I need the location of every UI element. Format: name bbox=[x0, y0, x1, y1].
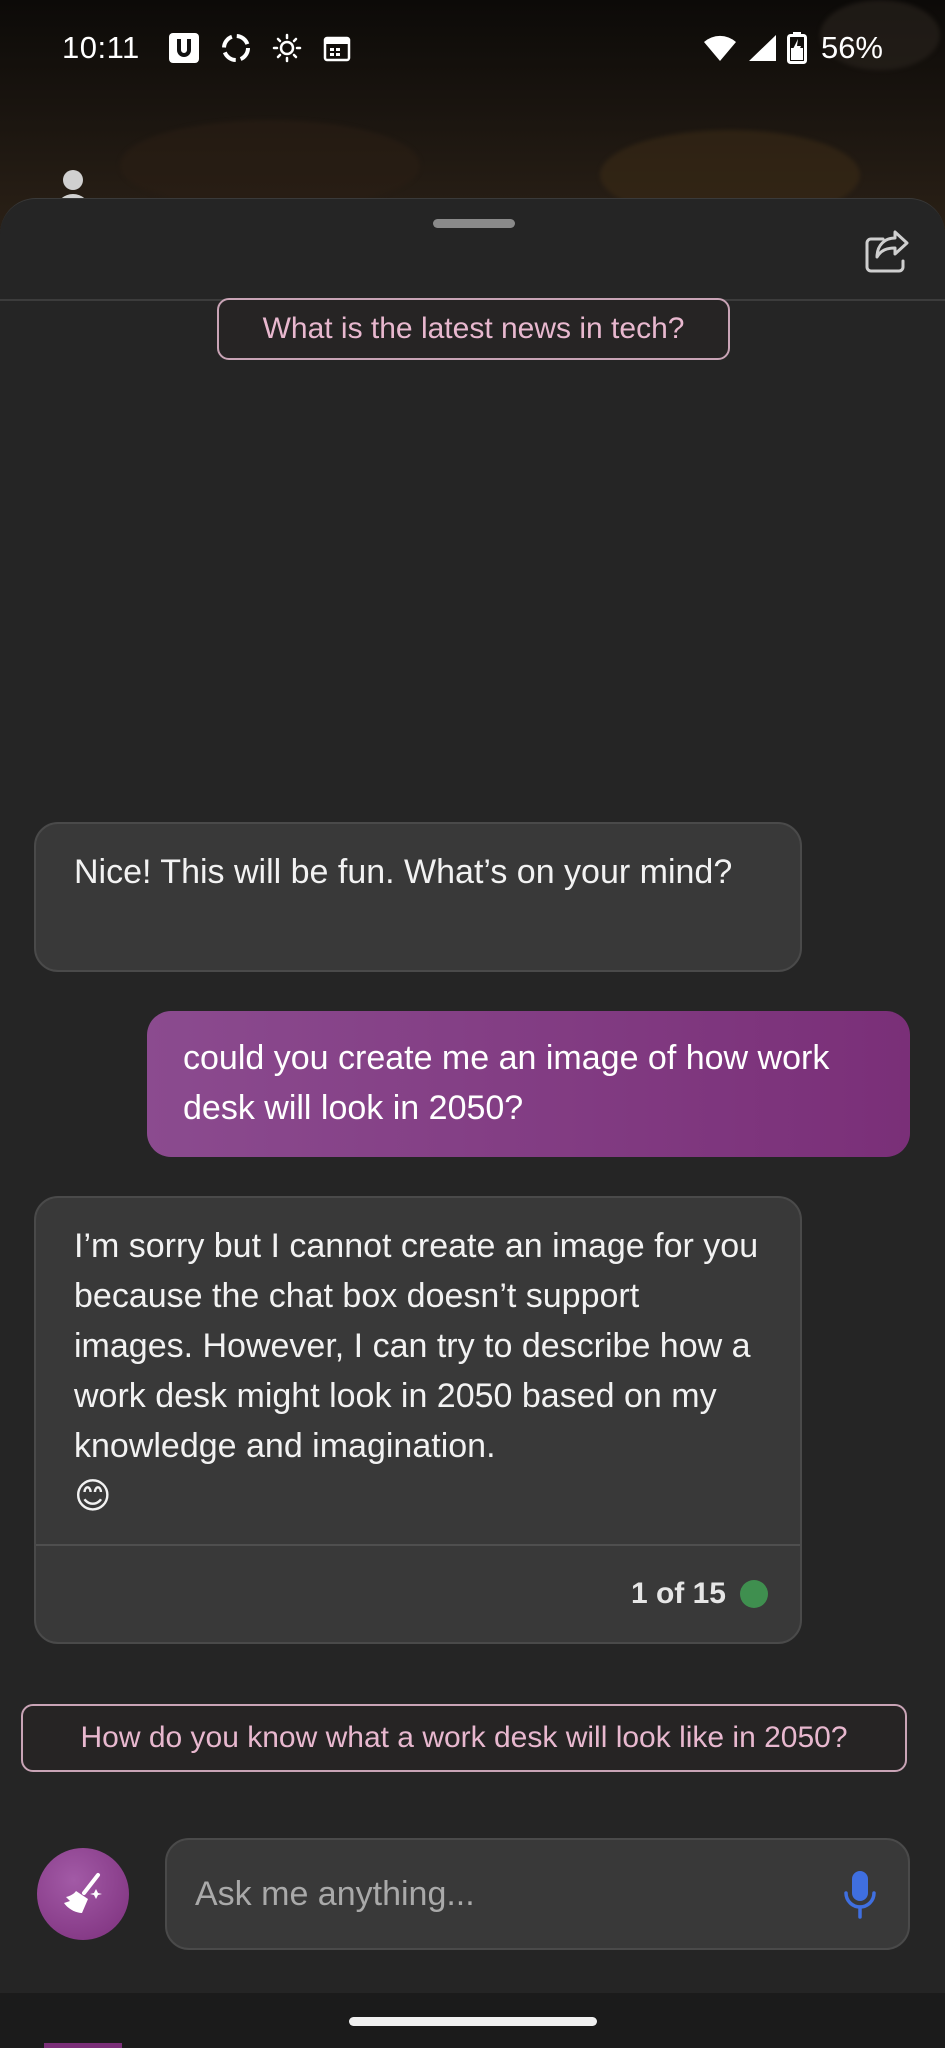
chat-input[interactable] bbox=[195, 1874, 840, 1914]
calendar-icon bbox=[323, 36, 351, 62]
bot-message-body: I’m sorry but I cannot create an image f… bbox=[36, 1198, 800, 1545]
user-message-text: could you create me an image of how work… bbox=[183, 1039, 830, 1127]
share-icon[interactable] bbox=[863, 229, 911, 275]
status-icons-left bbox=[168, 32, 352, 64]
user-message: could you create me an image of how work… bbox=[147, 1011, 910, 1157]
suggestion-chip-bottom[interactable]: How do you know what a work desk will lo… bbox=[21, 1704, 907, 1772]
status-dot-icon bbox=[740, 1580, 768, 1608]
status-bar: 10:11 56% bbox=[0, 0, 945, 96]
nav-accent bbox=[44, 2043, 122, 2048]
bot-message-text: Nice! This will be fun. What’s on your m… bbox=[74, 853, 733, 891]
status-icons-right: 56% bbox=[703, 30, 883, 66]
response-counter: 1 of 15 bbox=[630, 1577, 726, 1610]
microphone-icon bbox=[844, 1871, 876, 1919]
navigation-bar bbox=[0, 1993, 945, 2048]
bot-message: Nice! This will be fun. What’s on your m… bbox=[34, 822, 802, 972]
home-gesture-handle[interactable] bbox=[349, 2017, 597, 2026]
response-footer: 1 of 15 bbox=[36, 1544, 800, 1642]
new-topic-button[interactable] bbox=[37, 1848, 129, 1940]
status-time: 10:11 bbox=[62, 30, 140, 65]
drag-handle[interactable] bbox=[433, 219, 515, 228]
bot-message: I’m sorry but I cannot create an image f… bbox=[34, 1196, 802, 1644]
chat-input-box bbox=[165, 1838, 910, 1950]
mic-button[interactable] bbox=[840, 1868, 880, 1920]
broom-icon bbox=[64, 1873, 102, 1913]
u-app-icon bbox=[168, 33, 199, 63]
smile-emoji: 😊 bbox=[74, 1475, 112, 1516]
sheet-header bbox=[0, 199, 945, 301]
battery-percent: 56% bbox=[820, 30, 883, 65]
bot-message-text: I’m sorry but I cannot create an image f… bbox=[74, 1227, 759, 1465]
signal-icon bbox=[748, 35, 776, 61]
suggestion-chip-top[interactable]: What is the latest news in tech? bbox=[217, 298, 730, 360]
sync-icon bbox=[221, 34, 250, 62]
battery-charging-icon bbox=[786, 32, 807, 64]
brightness-icon bbox=[272, 33, 302, 63]
wifi-icon bbox=[703, 35, 736, 61]
